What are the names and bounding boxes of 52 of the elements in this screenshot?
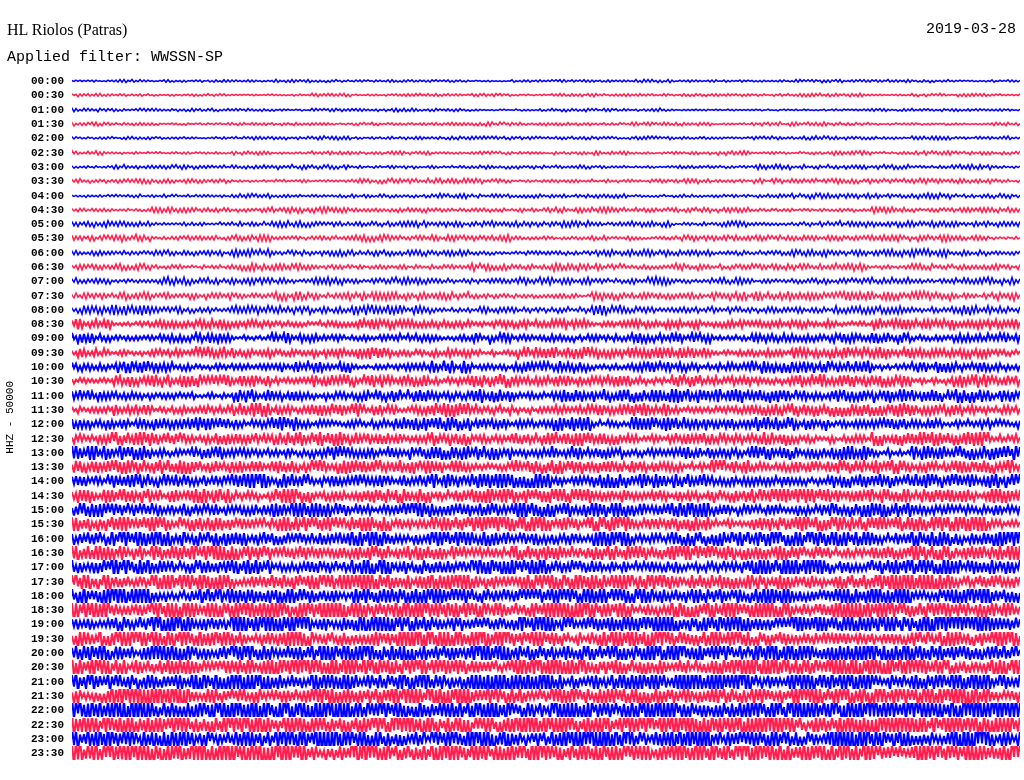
time-label: 21:30 [30, 689, 65, 702]
time-label: 23:30 [30, 747, 65, 760]
time-label: 11:00 [30, 389, 65, 402]
time-label: 19:30 [30, 632, 65, 645]
time-label: 16:00 [30, 532, 65, 545]
time-label: 10:00 [30, 361, 65, 374]
time-label: 04:30 [30, 203, 65, 216]
time-label: 06:30 [30, 261, 65, 273]
time-label: 08:00 [30, 303, 65, 316]
time-label: 12:00 [30, 418, 65, 431]
time-label: 16:30 [30, 546, 65, 559]
time-label: 20:30 [30, 661, 65, 674]
axis-label: HHZ - 50000 [4, 380, 16, 454]
time-label: 01:30 [30, 118, 65, 131]
time-label: 01:00 [30, 103, 65, 116]
time-label: 07:30 [30, 289, 65, 302]
time-label: 21:00 [30, 675, 65, 688]
time-label: 23:00 [30, 732, 65, 745]
time-label: 18:00 [30, 589, 65, 602]
station-title: HL Riolos (Patras) [7, 20, 128, 41]
time-label: 20:00 [30, 647, 65, 659]
time-label: 07:00 [30, 275, 65, 288]
time-label: 08:30 [30, 318, 65, 331]
time-label: 03:30 [30, 175, 65, 188]
time-label: 17:30 [30, 575, 65, 588]
time-label: 22:00 [30, 704, 65, 717]
time-label: 14:00 [30, 475, 65, 488]
time-label: 17:00 [30, 561, 65, 574]
time-label: 06:00 [30, 246, 65, 259]
filter-label: Applied filter: WWSSN-SP [7, 49, 224, 66]
time-label: 02:00 [30, 132, 65, 145]
time-label: 22:30 [30, 718, 65, 731]
time-label: 13:00 [30, 446, 65, 459]
time-label: 03:00 [30, 160, 65, 173]
time-label: 05:00 [30, 218, 65, 231]
time-label: 05:30 [30, 232, 65, 245]
time-label: 09:30 [30, 346, 65, 359]
time-label: 14:30 [30, 489, 65, 502]
time-label: 04:00 [30, 189, 65, 202]
time-label: 00:00 [30, 75, 65, 88]
time-label: 10:30 [30, 375, 65, 388]
time-label: 11:30 [30, 403, 65, 416]
time-label: 02:30 [30, 146, 65, 159]
time-label: 13:30 [30, 461, 65, 474]
time-label: 18:30 [30, 604, 65, 617]
time-label: 09:00 [30, 332, 65, 345]
time-label: 15:00 [30, 504, 65, 517]
time-label: 12:30 [30, 432, 65, 445]
time-label: 00:30 [30, 89, 65, 102]
time-label: 19:00 [30, 618, 65, 631]
record-date: 2019-03-28 [926, 20, 1016, 40]
time-label: 15:30 [30, 518, 65, 531]
